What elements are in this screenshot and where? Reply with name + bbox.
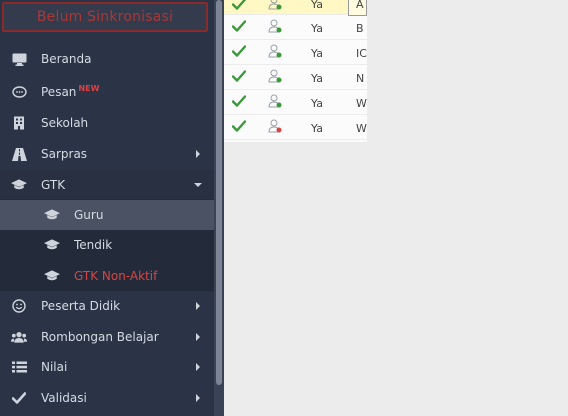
sidebar-item-gtk-nonaktif[interactable]: GTK Non-Aktif: [0, 261, 214, 291]
sidebar-item-rombongan-belajar[interactable]: Rombongan Belajar: [0, 322, 214, 352]
sidebar-item-sarpras[interactable]: Sarpras: [0, 139, 214, 169]
building-icon: [11, 115, 27, 131]
chevron-right-icon: [196, 394, 200, 402]
graduation-cap-icon: [44, 207, 60, 223]
table-row[interactable]: Ya W: [224, 90, 367, 115]
road-icon: [11, 146, 27, 162]
sidebar-item-label: Peserta Didik: [41, 299, 121, 313]
sidebar-item-label: Pesan NEW: [41, 84, 100, 99]
answer-cell: Ya: [311, 0, 323, 11]
sync-status-label: Belum Sinkronisasi: [36, 9, 174, 25]
chevron-right-icon: [196, 150, 200, 158]
table-row[interactable]: Ya W: [224, 115, 367, 140]
user-inactive-icon: [268, 119, 282, 133]
sidebar-item-label: Beranda: [41, 52, 92, 66]
check-icon: [11, 390, 27, 406]
sidebar-item-label: Sekolah: [41, 116, 89, 130]
check-icon: [232, 120, 246, 132]
chevron-down-icon: [194, 183, 202, 187]
answer-cell: Ya: [311, 97, 323, 110]
table-row[interactable]: Ya B: [224, 15, 367, 40]
pesan-label: Pesan: [41, 85, 77, 99]
name-cell: A: [356, 0, 364, 11]
check-icon: [232, 0, 246, 10]
answer-cell: Ya: [311, 22, 323, 35]
sidebar-item-gtk[interactable]: GTK: [0, 170, 214, 200]
user-active-icon: [268, 0, 282, 10]
check-icon: [232, 95, 246, 107]
user-active-icon: [268, 94, 282, 108]
sync-status-button[interactable]: Belum Sinkronisasi: [2, 2, 208, 32]
sidebar-item-peserta-didik[interactable]: Peserta Didik: [0, 291, 214, 321]
sidebar-item-label: Rombongan Belajar: [41, 330, 159, 344]
sidebar-scrollbar[interactable]: [214, 0, 224, 416]
gtk-table: Ya A Ya B Ya IC Ya N Ya W Ya W: [224, 0, 367, 142]
user-active-icon: [268, 19, 282, 33]
sidebar-item-label: Validasi: [41, 391, 87, 405]
sidebar-item-validasi[interactable]: Validasi: [0, 383, 214, 413]
table-row[interactable]: Ya IC: [224, 40, 367, 65]
sidebar-item-label: GTK Non-Aktif: [74, 269, 158, 283]
sidebar-item-label: GTK: [41, 178, 66, 192]
desktop-icon: [11, 51, 27, 67]
name-cell: B: [356, 22, 364, 35]
graduation-cap-icon: [44, 268, 60, 284]
smiley-icon: [11, 298, 27, 314]
chevron-right-icon: [196, 333, 200, 341]
sidebar-item-guru[interactable]: Guru: [0, 200, 214, 230]
main-content: Ya A Ya B Ya IC Ya N Ya W Ya W: [224, 0, 568, 416]
check-icon: [232, 70, 246, 82]
chevron-right-icon: [196, 363, 200, 371]
new-badge: NEW: [78, 84, 100, 93]
sidebar-item-label: Guru: [74, 208, 104, 222]
sidebar-item-pesan[interactable]: Pesan NEW: [0, 77, 214, 107]
sidebar-item-label: Tendik: [74, 238, 113, 252]
check-icon: [232, 20, 246, 32]
list-icon: [11, 359, 27, 375]
table-row[interactable]: Ya N: [224, 65, 367, 90]
answer-cell: Ya: [311, 122, 323, 135]
user-active-icon: [268, 44, 282, 58]
sidebar-item-beranda[interactable]: Beranda: [0, 44, 214, 74]
check-icon: [232, 45, 246, 57]
name-cell: W: [356, 97, 367, 110]
sidebar-item-label: Sarpras: [41, 147, 88, 161]
sidebar-item-label: Nilai: [41, 360, 68, 374]
answer-cell: Ya: [311, 47, 323, 60]
graduation-cap-icon: [44, 237, 60, 253]
name-cell: N: [356, 72, 365, 85]
graduation-cap-icon: [11, 177, 27, 193]
users-icon: [11, 329, 27, 345]
user-active-icon: [268, 69, 282, 83]
answer-cell: Ya: [311, 72, 323, 85]
sidebar-item-tendik[interactable]: Tendik: [0, 230, 214, 260]
sidebar-item-sekolah[interactable]: Sekolah: [0, 108, 214, 138]
chat-bubble-icon: [11, 84, 27, 100]
sidebar: Belum Sinkronisasi Beranda Pesan NEW Seko…: [0, 0, 214, 416]
name-cell: IC: [356, 47, 367, 60]
name-cell: W: [356, 122, 367, 135]
scrollbar-thumb[interactable]: [216, 0, 222, 385]
chevron-right-icon: [196, 302, 200, 310]
sidebar-item-nilai[interactable]: Nilai: [0, 352, 214, 382]
table-row[interactable]: Ya A: [224, 0, 367, 16]
